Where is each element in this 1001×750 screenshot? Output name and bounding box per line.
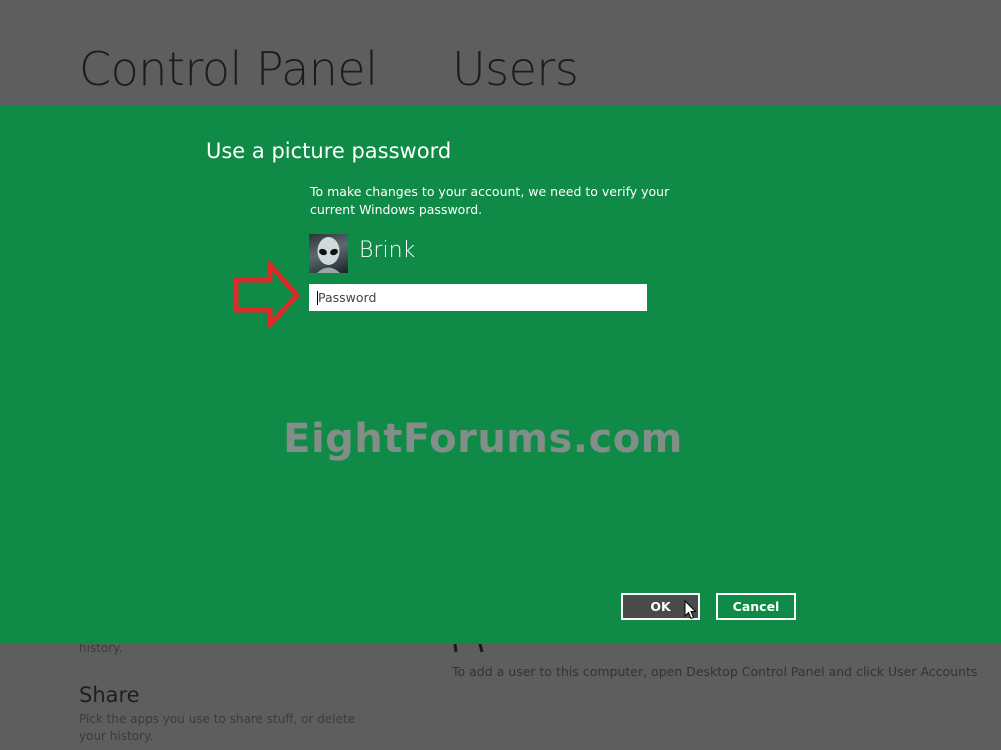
user-name: Brink: [359, 238, 416, 263]
text-caret: [317, 291, 318, 305]
alien-avatar-icon: [317, 237, 340, 273]
dialog-title: Use a picture password: [206, 139, 452, 163]
share-heading[interactable]: Share: [79, 683, 140, 707]
control-panel-title: Control Panel: [79, 42, 378, 96]
cancel-button[interactable]: Cancel: [716, 593, 796, 620]
mouse-pointer-icon: [684, 600, 697, 620]
users-section-title: Users: [452, 42, 579, 96]
user-avatar: [309, 234, 348, 273]
password-input[interactable]: [309, 284, 647, 311]
share-description: Pick the apps you use to share stuff, or…: [79, 712, 356, 743]
add-user-hint: To add a user to this computer, open Des…: [452, 664, 978, 679]
verify-password-dialog: Use a picture password To make changes t…: [0, 106, 1001, 644]
red-arrow-right-icon: [233, 262, 300, 328]
dialog-message: To make changes to your account, we need…: [310, 184, 670, 217]
watermark: EightForums.com: [283, 416, 683, 462]
